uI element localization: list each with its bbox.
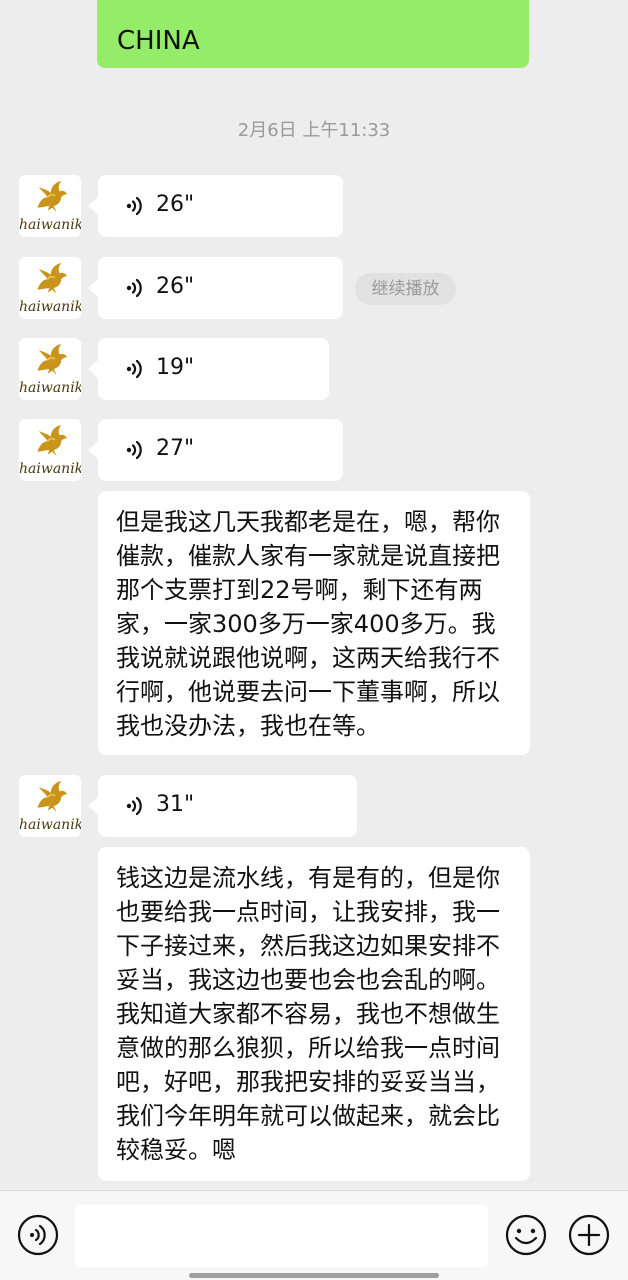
voice-wave-icon: [124, 794, 148, 818]
voice-transcript[interactable]: 但是我这几天我都老是在，嗯，帮你催款，催款人家有一家就是说直接把那个支票打到22…: [98, 491, 530, 755]
pegasus-logo-icon: [19, 775, 81, 821]
voice-message[interactable]: 27": [88, 419, 343, 481]
voice-message[interactable]: 26": [88, 257, 343, 319]
pegasus-logo-icon: [19, 257, 81, 303]
voice-wave-icon: [124, 276, 148, 300]
input-bar: [0, 1190, 628, 1280]
contact-avatar[interactable]: haiwanik: [19, 419, 81, 481]
sent-message-bubble[interactable]: CHINA: [97, 0, 529, 68]
message-timestamp: 2月6日 上午11:33: [237, 120, 391, 141]
chat-history[interactable]: CHINA 2月6日 上午11:33 haiwanik 26" haiwanik…: [0, 0, 628, 1190]
voice-duration: 31": [156, 792, 195, 817]
voice-message[interactable]: 26": [88, 175, 343, 237]
voice-duration: 26": [156, 274, 195, 299]
continue-playing-button[interactable]: 继续播放: [355, 273, 456, 305]
voice-wave-icon: [124, 357, 148, 381]
avatar-brand-text: haiwanik: [19, 817, 81, 833]
contact-avatar[interactable]: haiwanik: [19, 175, 81, 237]
voice-duration: 26": [156, 192, 195, 217]
voice-message[interactable]: 31": [88, 775, 357, 837]
voice-mode-icon[interactable]: [16, 1213, 60, 1257]
voice-duration: 27": [156, 436, 195, 461]
contact-avatar[interactable]: haiwanik: [19, 338, 81, 400]
avatar-brand-text: haiwanik: [19, 217, 81, 233]
voice-transcript[interactable]: 钱这边是流水线，有是有的，但是你也要给我一点时间，让我安排，我一下子接过来，然后…: [98, 847, 530, 1181]
emoji-icon[interactable]: [504, 1213, 548, 1257]
contact-avatar[interactable]: haiwanik: [19, 775, 81, 837]
voice-duration: 19": [156, 355, 195, 380]
sent-message-text: CHINA: [117, 26, 200, 56]
home-indicator: [189, 1273, 439, 1278]
plus-icon[interactable]: [567, 1213, 611, 1257]
voice-wave-icon: [124, 194, 148, 218]
pegasus-logo-icon: [19, 338, 81, 384]
avatar-brand-text: haiwanik: [19, 299, 81, 315]
voice-message[interactable]: 19": [88, 338, 329, 400]
avatar-brand-text: haiwanik: [19, 380, 81, 396]
avatar-brand-text: haiwanik: [19, 461, 81, 477]
pegasus-logo-icon: [19, 175, 81, 221]
contact-avatar[interactable]: haiwanik: [19, 257, 81, 319]
pegasus-logo-icon: [19, 419, 81, 465]
voice-wave-icon: [124, 438, 148, 462]
message-input[interactable]: [75, 1205, 488, 1267]
